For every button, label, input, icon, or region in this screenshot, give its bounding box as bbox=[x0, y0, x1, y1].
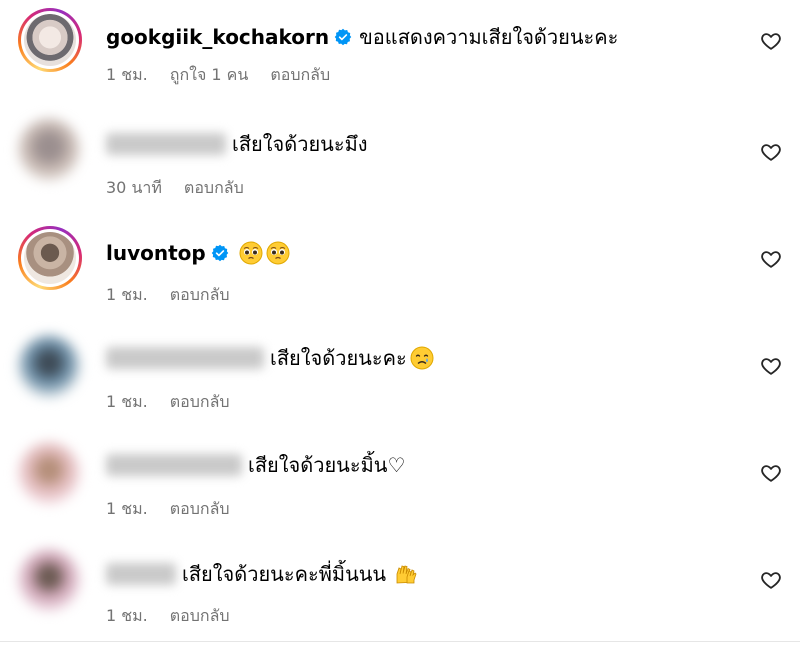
avatar[interactable] bbox=[18, 119, 80, 181]
comment-item: เสียใจด้วยนะมิ้น♡ 1 ชม. ตอบกลับ bbox=[0, 428, 800, 535]
comment-item: เสียใจด้วยนะคะพี่มิ้นนน 1 ชม. ตอบกลับ bbox=[0, 535, 800, 642]
reply-button[interactable]: ตอบกลับ bbox=[170, 283, 230, 308]
username[interactable]: luvontop bbox=[106, 241, 206, 265]
comment-text: เสียใจด้วยนะมึง bbox=[232, 132, 368, 156]
comment-item: เสียใจด้วยนะคะ 1 ชม. ตอบกลับ bbox=[0, 321, 800, 428]
comment-time: 1 ชม. bbox=[106, 65, 148, 84]
reply-button[interactable]: ตอบกลับ bbox=[170, 497, 230, 522]
divider bbox=[0, 641, 800, 642]
like-heart-icon[interactable] bbox=[760, 30, 782, 52]
comment-text: เสียใจด้วยนะมิ้น♡ bbox=[248, 453, 406, 477]
like-heart-icon[interactable] bbox=[760, 462, 782, 484]
avatar[interactable] bbox=[18, 442, 80, 504]
verified-badge-icon bbox=[334, 28, 352, 46]
avatar[interactable] bbox=[18, 335, 80, 397]
comment-time: 1 ชม. bbox=[106, 392, 148, 411]
avatar[interactable] bbox=[18, 226, 82, 290]
verified-badge-icon bbox=[211, 244, 228, 262]
pleading-face-icon bbox=[239, 241, 263, 265]
comment-item: เสียใจด้วยนะมึง 30 นาที ตอบกลับ bbox=[0, 107, 800, 214]
avatar[interactable] bbox=[18, 549, 80, 611]
reply-button[interactable]: ตอบกลับ bbox=[170, 390, 230, 415]
reply-button[interactable]: ตอบกลับ bbox=[170, 604, 230, 629]
crying-face-icon bbox=[410, 346, 434, 370]
reply-button[interactable]: ตอบกลับ bbox=[270, 63, 330, 88]
comment-text: เสียใจด้วยนะคะพี่มิ้นนน bbox=[182, 562, 387, 586]
comment-item: gookgiik_kochakorn ขอแสดงความเสียใจด้วยน… bbox=[0, 0, 800, 107]
like-heart-icon[interactable] bbox=[760, 141, 782, 163]
like-heart-icon[interactable] bbox=[760, 355, 782, 377]
avatar[interactable] bbox=[18, 8, 82, 72]
comment-time: 1 ชม. bbox=[106, 499, 148, 518]
username[interactable] bbox=[106, 347, 264, 369]
raised-hands-icon bbox=[396, 565, 417, 584]
comment-item: luvontop 1 ชม. ตอบกลับ bbox=[0, 214, 800, 321]
username[interactable]: gookgiik_kochakorn bbox=[106, 25, 329, 49]
comment-text: ขอแสดงความเสียใจด้วยนะคะ bbox=[359, 25, 619, 49]
pleading-face-icon bbox=[266, 241, 290, 265]
like-heart-icon[interactable] bbox=[760, 569, 782, 591]
comment-time: 1 ชม. bbox=[106, 285, 148, 304]
username[interactable] bbox=[106, 133, 226, 155]
username[interactable] bbox=[106, 563, 176, 585]
username[interactable] bbox=[106, 454, 242, 476]
comment-time: 30 นาที bbox=[106, 178, 162, 197]
like-count[interactable]: ถูกใจ 1 คน bbox=[170, 63, 249, 88]
comment-text: เสียใจด้วยนะคะ bbox=[270, 346, 407, 370]
reply-button[interactable]: ตอบกลับ bbox=[184, 176, 244, 201]
like-heart-icon[interactable] bbox=[760, 248, 782, 270]
comment-time: 1 ชม. bbox=[106, 606, 148, 625]
